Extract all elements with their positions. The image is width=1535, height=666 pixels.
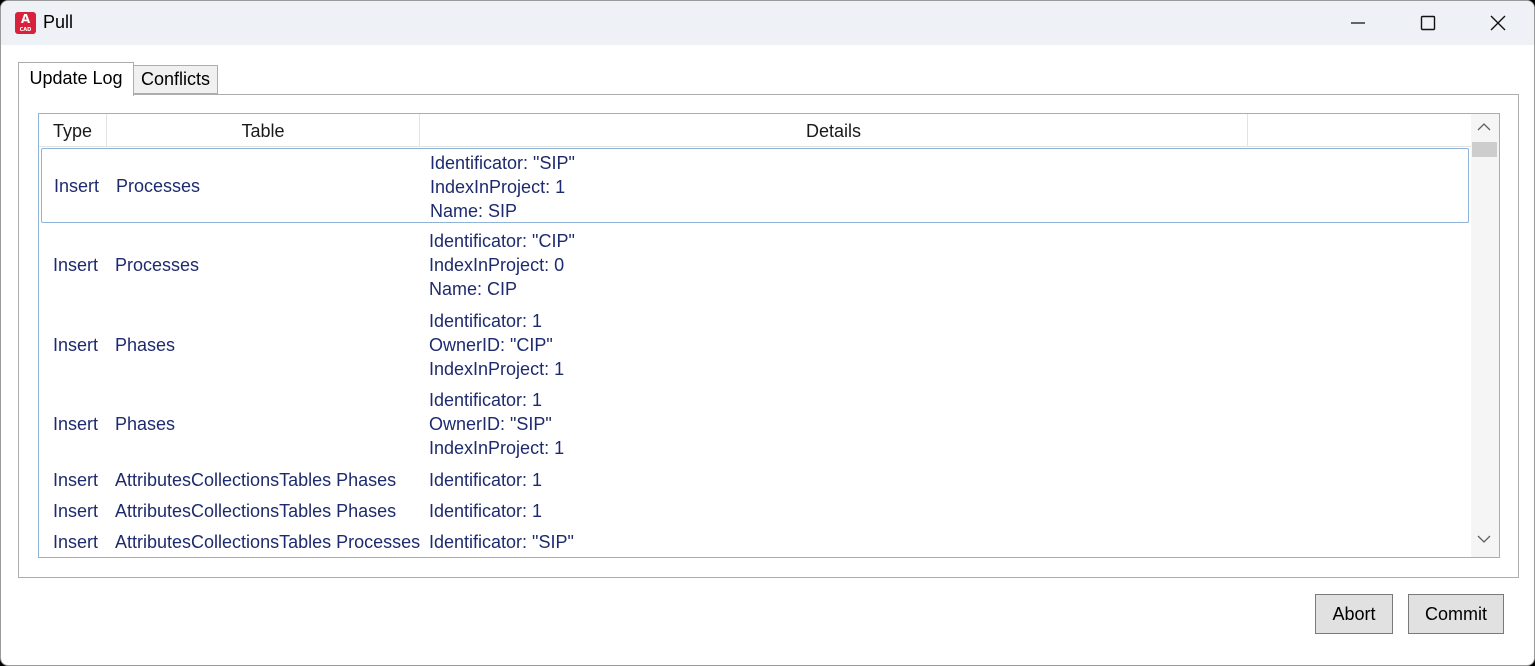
cell-table: AttributesCollectionsTables Processes (115, 531, 421, 552)
detail-line: Name: SIP (430, 200, 518, 221)
close-icon (1490, 15, 1506, 31)
detail-line: Identificator: "SIP" (429, 532, 574, 552)
cell-details: Identificator: "SIP" IndexInProject: 1 N… (430, 149, 575, 224)
maximize-icon (1420, 15, 1436, 31)
cell-table: AttributesCollectionsTables Phases (115, 469, 397, 490)
cell-type: Insert (54, 176, 100, 196)
column-header-filler (1248, 114, 1471, 146)
cell-type: Insert (53, 413, 99, 434)
column-header-type[interactable]: Type (39, 114, 107, 146)
cell-type: Insert (53, 469, 99, 490)
minimize-icon (1351, 22, 1365, 24)
chevron-down-icon[interactable] (1477, 534, 1491, 544)
autocad-app-icon: A CAD (15, 12, 36, 34)
detail-line: IndexInProject: 1 (430, 176, 566, 197)
cell-details: Identificator: 1 OwnerID: "CIP" IndexInP… (429, 307, 564, 383)
tab-conflicts[interactable]: Conflicts (134, 65, 218, 94)
pull-dialog: A CAD Pull Update Log Conflicts Type Tab… (0, 0, 1535, 666)
detail-line: OwnerID: "CIP" (429, 335, 553, 355)
abort-button[interactable]: Abort (1315, 594, 1393, 634)
table-row[interactable]: Insert Phases Identificator: 1 OwnerID: … (41, 307, 1469, 383)
cell-table: AttributesCollectionsTables Phases (115, 500, 397, 521)
detail-line: IndexInProject: 1 (429, 438, 565, 458)
detail-line: IndexInProject: 0 (429, 255, 565, 275)
cell-type: Insert (53, 334, 99, 355)
tab-update-log[interactable]: Update Log (18, 62, 134, 96)
detail-line: Identificator: 1 (429, 390, 543, 410)
detail-line: OwnerID: "SIP" (429, 414, 552, 434)
cell-type: Insert (53, 500, 99, 521)
cell-details: Identificator: "SIP" (429, 528, 574, 556)
detail-line: IndexInProject: 1 (429, 359, 565, 379)
cell-table: Processes (115, 254, 200, 275)
detail-line: Name: CIP (429, 279, 518, 299)
scrollbar-thumb[interactable] (1472, 142, 1497, 157)
cell-table: Phases (115, 334, 176, 355)
table-row[interactable]: Insert Processes Identificator: "CIP" In… (41, 227, 1469, 303)
window-title: Pull (43, 12, 74, 32)
close-button[interactable] (1463, 1, 1533, 45)
cell-details: Identificator: "CIP" IndexInProject: 0 N… (429, 227, 575, 303)
update-log-grid[interactable]: Type Table Details Insert Processes Iden… (38, 113, 1500, 558)
detail-line: Identificator: 1 (429, 470, 543, 490)
detail-line: Identificator: 1 (429, 311, 543, 331)
detail-line: Identificator: "SIP" (430, 152, 575, 173)
cell-table: Phases (115, 413, 176, 434)
minimize-button[interactable] (1323, 1, 1393, 45)
column-header-table[interactable]: Table (107, 114, 420, 146)
grid-rows: Insert Processes Identificator: "SIP" In… (39, 147, 1471, 557)
cell-details: Identificator: 1 OwnerID: "SIP" IndexInP… (429, 386, 564, 462)
table-row[interactable]: Insert AttributesCollectionsTables Phase… (41, 497, 1469, 525)
title-bar[interactable]: A CAD Pull (1, 1, 1534, 45)
cell-type: Insert (53, 531, 99, 552)
detail-line: Identificator: "CIP" (429, 231, 575, 251)
commit-button[interactable]: Commit (1408, 594, 1504, 634)
cell-details: Identificator: 1 (429, 497, 542, 525)
grid-header: Type Table Details (39, 114, 1471, 147)
table-row[interactable]: Insert Processes Identificator: "SIP" In… (41, 148, 1469, 223)
cell-table: Processes (116, 176, 201, 196)
vertical-scrollbar[interactable] (1471, 114, 1499, 557)
table-row[interactable]: Insert AttributesCollectionsTables Phase… (41, 466, 1469, 494)
table-row[interactable]: Insert Phases Identificator: 1 OwnerID: … (41, 386, 1469, 462)
chevron-up-icon[interactable] (1477, 122, 1491, 132)
cell-details: Identificator: 1 (429, 466, 542, 494)
detail-line: Identificator: 1 (429, 501, 543, 521)
maximize-button[interactable] (1393, 1, 1463, 45)
column-header-details[interactable]: Details (420, 114, 1248, 146)
table-row[interactable]: Insert AttributesCollectionsTables Proce… (41, 528, 1469, 556)
cell-type: Insert (53, 254, 99, 275)
